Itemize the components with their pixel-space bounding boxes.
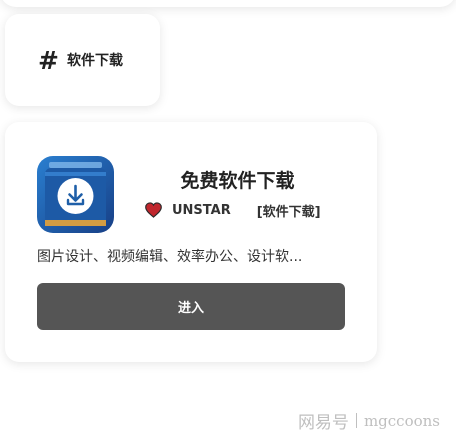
watermark: 网易号 mgccoons [297, 408, 440, 434]
app-card: 免费软件下载 UNSTAR [软件下载] 图片设计、视频编辑、效率办公、设计软.… [5, 122, 377, 362]
enter-button[interactable]: 进入 [37, 283, 345, 330]
app-description: 图片设计、视频编辑、效率办公、设计软... [37, 249, 303, 265]
watermark-user: mgccoons [363, 411, 440, 430]
watermark-divider [355, 413, 357, 428]
category-tag[interactable]: [软件下载] [257, 201, 321, 220]
author-name[interactable]: UNSTAR [172, 203, 231, 218]
app-title: 免费软件下载 [180, 170, 295, 192]
watermark-brand: 网易号 [297, 413, 349, 433]
hashtag-icon: # [38, 45, 59, 75]
tag-chip[interactable]: # 软件下载 [5, 14, 160, 106]
heart-icon[interactable] [145, 202, 162, 218]
tag-label: 软件下载 [66, 53, 123, 69]
previous-card [0, 0, 456, 7]
app-meta: UNSTAR [软件下载] [145, 200, 321, 220]
download-folder-icon [37, 156, 114, 233]
